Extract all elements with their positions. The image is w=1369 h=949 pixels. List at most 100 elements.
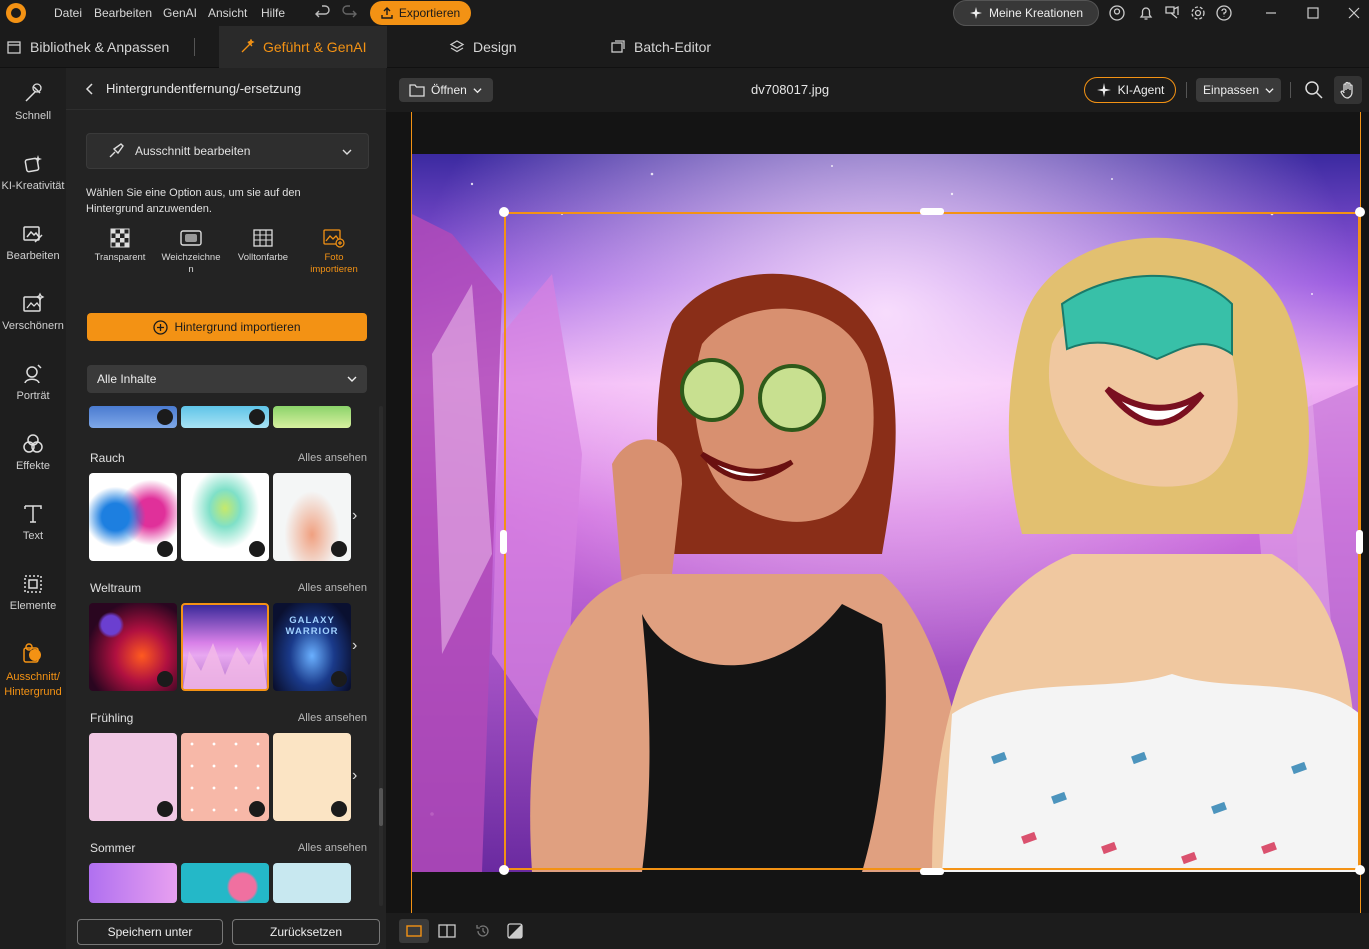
redo-icon[interactable]	[340, 4, 358, 22]
background-thumb[interactable]	[89, 603, 177, 691]
option-blur[interactable]: Weichzeichne n	[156, 228, 226, 276]
chevron-down-icon	[473, 86, 482, 95]
text-icon	[21, 502, 45, 526]
background-thumb[interactable]	[273, 863, 351, 903]
minimize-icon[interactable]	[1262, 4, 1280, 22]
sparkle-icon	[969, 6, 983, 20]
rail-item-text[interactable]: Text	[0, 488, 66, 558]
panel-scrollbar-thumb[interactable]	[379, 788, 383, 826]
help-icon[interactable]	[1215, 4, 1233, 22]
canvas-toolbar: Öffnen dv708017.jpg KI-Agent Einpassen	[386, 68, 1369, 112]
background-thumb[interactable]	[181, 863, 269, 903]
rail-item-cutout-background[interactable]: Ausschnitt/ Hintergrund	[0, 628, 66, 708]
option-label: Volltonfarbe	[237, 252, 289, 263]
rail-item-beautify[interactable]: Verschönern	[0, 278, 66, 348]
settings-gear-icon[interactable]	[1189, 4, 1207, 22]
background-thumb[interactable]	[273, 473, 351, 561]
see-all-summer[interactable]: Alles ansehen	[298, 842, 367, 854]
menu-datei[interactable]: Datei	[54, 6, 82, 20]
undo-icon[interactable]	[314, 4, 332, 22]
background-thumb[interactable]	[273, 733, 351, 821]
history-icon[interactable]	[475, 923, 491, 939]
background-thumb[interactable]	[181, 406, 269, 428]
selection-box[interactable]	[504, 212, 1360, 870]
tab-design-label: Design	[473, 39, 517, 55]
rail-item-portrait[interactable]: Porträt	[0, 348, 66, 418]
zoom-search-icon[interactable]	[1304, 80, 1324, 100]
export-icon	[381, 7, 393, 19]
background-thumb[interactable]	[89, 733, 177, 821]
tab-library[interactable]: Bibliothek & Anpassen	[6, 26, 169, 68]
compare-split-icon[interactable]	[507, 923, 523, 939]
rail-label: Effekte	[15, 460, 51, 472]
my-creations-label: Meine Kreationen	[988, 6, 1084, 20]
background-thumb[interactable]	[89, 406, 177, 428]
resize-handle-top-right[interactable]	[1355, 207, 1365, 217]
resize-handle-bottom[interactable]	[920, 868, 944, 875]
see-all-smoke[interactable]: Alles ansehen	[298, 452, 367, 464]
rail-item-elements[interactable]: Elemente	[0, 558, 66, 628]
edit-cutout-dropdown[interactable]: Ausschnitt bearbeiten	[86, 133, 369, 169]
resize-handle-bottom-right[interactable]	[1355, 865, 1365, 875]
hand-tool-button[interactable]	[1334, 76, 1362, 104]
hint-text: Wählen Sie eine Option aus, um sie auf d…	[86, 187, 301, 215]
section-title-spring: Frühling	[90, 711, 134, 725]
resize-handle-top[interactable]	[920, 208, 944, 215]
hand-icon	[1338, 80, 1358, 100]
maximize-icon[interactable]	[1304, 4, 1322, 22]
option-transparent[interactable]: Transparent	[85, 228, 155, 264]
menu-bearbeiten[interactable]: Bearbeiten	[94, 6, 152, 20]
ai-creativity-icon	[21, 152, 45, 176]
account-icon[interactable]	[1108, 4, 1126, 22]
menu-hilfe[interactable]: Hilfe	[261, 6, 285, 20]
open-button[interactable]: Öffnen	[399, 78, 493, 102]
fit-dropdown[interactable]: Einpassen	[1196, 78, 1281, 102]
resize-handle-right[interactable]	[1356, 530, 1363, 554]
resize-handle-left[interactable]	[500, 530, 507, 554]
chevron-right-icon[interactable]: ›	[352, 637, 357, 655]
see-all-space[interactable]: Alles ansehen	[298, 582, 367, 594]
download-icon	[331, 801, 347, 817]
background-thumb[interactable]	[181, 733, 269, 821]
rail-item-effects[interactable]: Effekte	[0, 418, 66, 488]
save-as-button[interactable]: Speichern unter	[77, 919, 223, 945]
bell-icon[interactable]	[1137, 4, 1155, 22]
tab-design[interactable]: Design	[449, 26, 517, 68]
background-thumb[interactable]	[273, 406, 351, 428]
menu-ansicht[interactable]: Ansicht	[208, 6, 247, 20]
see-all-spring[interactable]: Alles ansehen	[298, 712, 367, 724]
ai-agent-button[interactable]: KI-Agent	[1084, 77, 1176, 103]
rail-item-edit[interactable]: Bearbeiten	[0, 208, 66, 278]
single-view-button[interactable]	[399, 919, 429, 943]
tab-guided-genai[interactable]: Geführt & GenAI	[219, 26, 387, 68]
option-import-photo[interactable]: Foto importieren	[299, 228, 369, 276]
resize-handle-bottom-left[interactable]	[499, 865, 509, 875]
menu-genai[interactable]: GenAI	[163, 6, 197, 20]
content-filter-dropdown[interactable]: Alle Inhalte	[87, 365, 367, 393]
brush-icon	[107, 142, 125, 160]
my-creations-button[interactable]: Meine Kreationen	[953, 0, 1099, 26]
background-thumb[interactable]	[181, 473, 269, 561]
option-solid-color[interactable]: Volltonfarbe	[228, 228, 298, 264]
background-thumb[interactable]	[89, 473, 177, 561]
chevron-right-icon[interactable]: ›	[352, 507, 357, 525]
media-icon[interactable]	[1163, 4, 1181, 22]
background-thumb[interactable]: GALAXY WARRIOR	[273, 603, 351, 691]
close-icon[interactable]	[1345, 4, 1363, 22]
export-button[interactable]: Exportieren	[370, 1, 471, 25]
rail-item-ai-creativity[interactable]: KI-Kreativität	[0, 138, 66, 208]
toolbar-divider	[1186, 82, 1187, 98]
import-background-button[interactable]: Hintergrund importieren	[87, 313, 367, 341]
background-thumb[interactable]	[89, 863, 177, 903]
chevron-right-icon[interactable]: ›	[352, 767, 357, 785]
resize-handle-top-left[interactable]	[499, 207, 509, 217]
compare-view-icon[interactable]	[438, 924, 456, 938]
rail-item-quick[interactable]: Schnell	[0, 68, 66, 138]
tab-guided-label: Geführt & GenAI	[263, 39, 367, 55]
rail-label: Schnell	[14, 110, 52, 122]
back-chevron-icon[interactable]	[84, 82, 96, 95]
reset-label: Zurücksetzen	[269, 925, 343, 939]
reset-button[interactable]: Zurücksetzen	[232, 919, 380, 945]
background-thumb-selected[interactable]	[181, 603, 269, 691]
tab-batch-editor[interactable]: Batch-Editor	[610, 26, 711, 68]
